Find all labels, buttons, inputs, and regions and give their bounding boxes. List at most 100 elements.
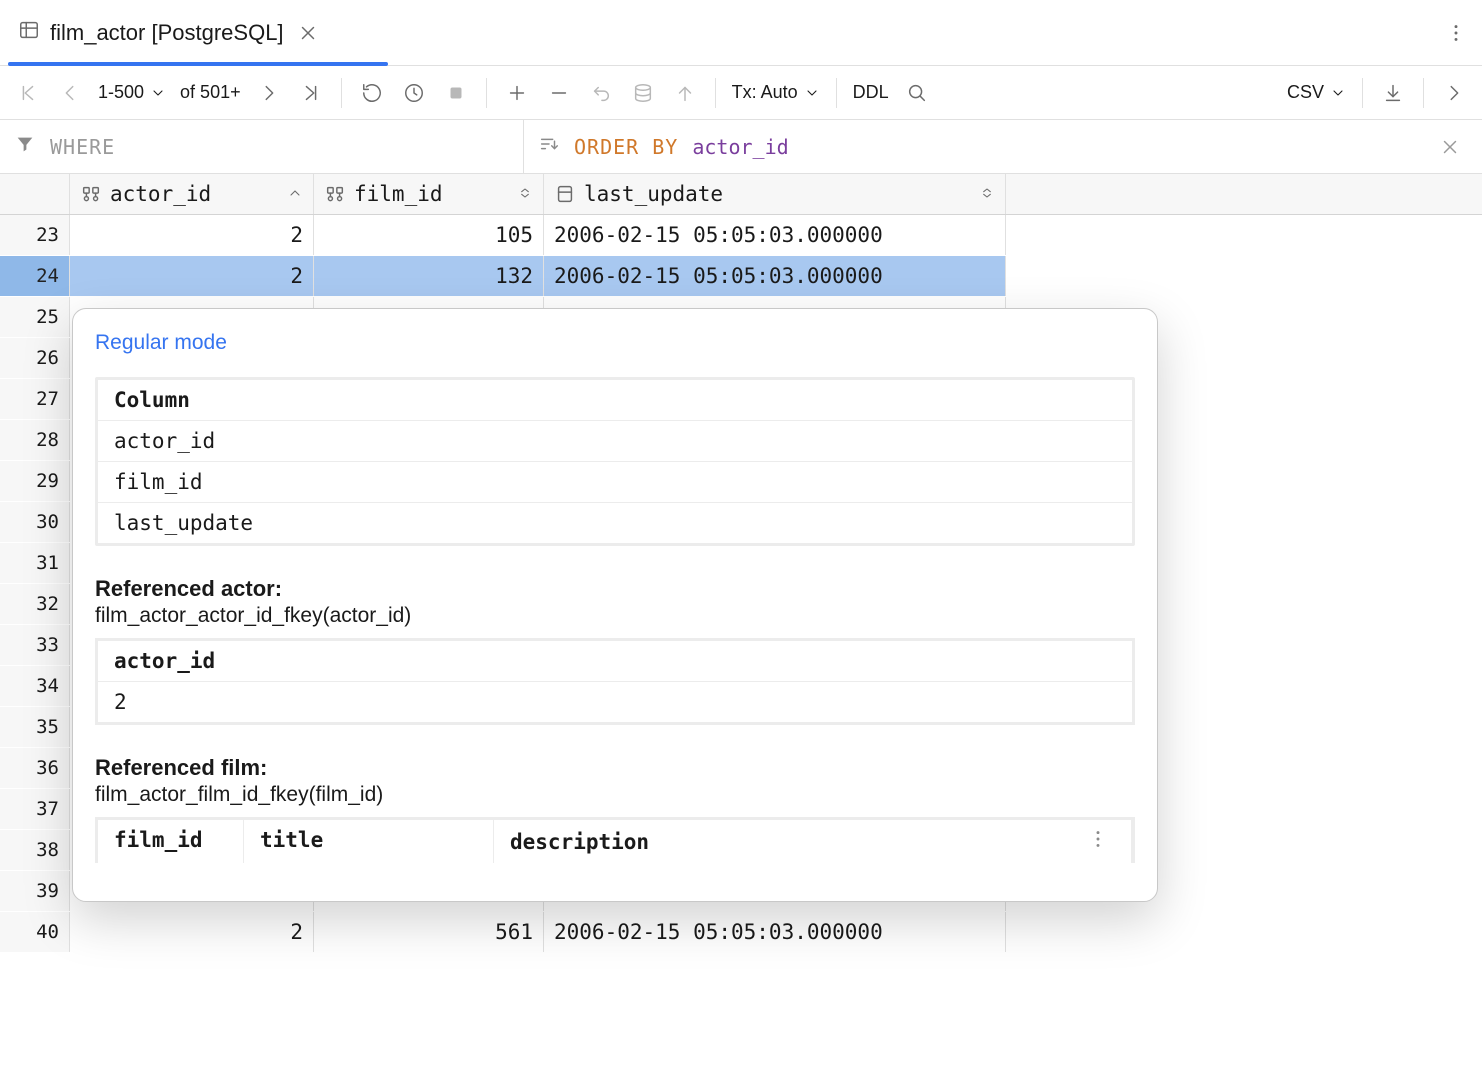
data-toolbar: 1-500 of 501+ Tx: Auto DDL CSV [0, 66, 1482, 120]
chevron-down-icon [804, 85, 820, 101]
cell-actor_id[interactable]: 2 [70, 215, 314, 255]
gutter-header [0, 174, 70, 214]
row-number: 25 [0, 297, 70, 337]
row-number: 40 [0, 912, 70, 952]
cell-film_id[interactable]: 561 [314, 912, 544, 952]
sort-asc-icon [287, 182, 303, 206]
prev-page-button[interactable] [52, 75, 88, 111]
row-number: 38 [0, 830, 70, 870]
columns-table-row: film_id [98, 462, 1132, 503]
filter-icon [14, 133, 36, 160]
ref-film-col-filmid: film_id [98, 820, 244, 863]
chevron-down-icon [1330, 85, 1346, 101]
download-button[interactable] [1375, 75, 1411, 111]
stop-button[interactable] [438, 75, 474, 111]
ddl-button[interactable]: DDL [849, 82, 893, 103]
cell-actor_id[interactable]: 2 [70, 912, 314, 952]
cell-last_update[interactable]: 2006-02-15 05:05:03.000000 [544, 215, 1006, 255]
revert-button[interactable] [583, 75, 619, 111]
orderby-field: actor_id [692, 135, 788, 159]
ref-film-fk: film_actor_film_id_fkey(film_id) [73, 781, 1157, 817]
expand-toolbar-button[interactable] [1436, 75, 1472, 111]
cell-last_update[interactable]: 2006-02-15 05:05:03.000000 [544, 912, 1006, 952]
quick-doc-popup[interactable]: Regular mode Column actor_id film_id las… [72, 308, 1158, 902]
history-button[interactable] [396, 75, 432, 111]
table-row[interactable]: 2421322006-02-15 05:05:03.000000 [0, 256, 1482, 297]
more-icon[interactable] [1087, 828, 1115, 855]
columns-table-row: last_update [98, 503, 1132, 543]
delete-row-button[interactable] [541, 75, 577, 111]
sort-icon [538, 133, 560, 160]
row-number: 23 [0, 215, 70, 255]
column-icon [554, 183, 576, 205]
ref-film-col-desc: description [494, 820, 1132, 863]
page-range-label: 1-500 [98, 82, 144, 103]
tx-mode-dropdown[interactable]: Tx: Auto [728, 82, 824, 103]
ref-film-table-header: film_id title description [95, 817, 1135, 863]
row-number: 32 [0, 584, 70, 624]
editor-tab[interactable]: film_actor [PostgreSQL] [8, 0, 332, 65]
row-number: 24 [0, 256, 70, 296]
columns-table-header: Column [98, 380, 1132, 421]
chevron-down-icon [150, 85, 166, 101]
ref-film-title: Referenced film: [73, 725, 1157, 781]
cell-actor_id[interactable]: 2 [70, 256, 314, 296]
column-name: actor_id [110, 182, 211, 206]
key-icon [80, 183, 102, 205]
row-number: 30 [0, 502, 70, 542]
column-header-film-id[interactable]: film_id [314, 174, 544, 214]
columns-table-row: actor_id [98, 421, 1132, 462]
row-number: 36 [0, 748, 70, 788]
row-number: 35 [0, 707, 70, 747]
close-tab-button[interactable] [294, 19, 322, 47]
preview-pending-button[interactable] [625, 75, 661, 111]
next-page-button[interactable] [251, 75, 287, 111]
reload-button[interactable] [354, 75, 390, 111]
export-format-dropdown[interactable]: CSV [1283, 82, 1350, 103]
sort-none-icon [979, 182, 995, 206]
row-number: 29 [0, 461, 70, 501]
ref-actor-col: actor_id [98, 641, 1132, 682]
where-label: WHERE [50, 135, 115, 159]
clear-sort-button[interactable] [1432, 129, 1468, 165]
ref-actor-title: Referenced actor: [73, 546, 1157, 602]
table-row[interactable]: 2321052006-02-15 05:05:03.000000 [0, 215, 1482, 256]
last-page-button[interactable] [293, 75, 329, 111]
tx-mode-label: Tx: Auto [732, 82, 798, 103]
ref-film-col-title: title [244, 820, 494, 863]
column-header-last-update[interactable]: last_update [544, 174, 1006, 214]
where-filter[interactable]: WHERE [0, 120, 524, 173]
cell-last_update[interactable]: 2006-02-15 05:05:03.000000 [544, 256, 1006, 296]
row-number: 26 [0, 338, 70, 378]
regular-mode-link[interactable]: Regular mode [73, 331, 1157, 355]
cell-film_id[interactable]: 105 [314, 215, 544, 255]
first-page-button[interactable] [10, 75, 46, 111]
row-number: 37 [0, 789, 70, 829]
active-tab-indicator [8, 62, 388, 66]
ref-actor-val: 2 [98, 682, 1132, 722]
row-number: 28 [0, 420, 70, 460]
grid-header-row: actor_id film_id last_update [0, 174, 1482, 215]
column-header-actor-id[interactable]: actor_id [70, 174, 314, 214]
column-name: last_update [584, 182, 723, 206]
table-row[interactable]: 4025612006-02-15 05:05:03.000000 [0, 912, 1482, 953]
columns-table: Column actor_id film_id last_update [95, 377, 1135, 546]
row-number: 33 [0, 625, 70, 665]
table-icon [18, 19, 40, 46]
page-range-dropdown[interactable]: 1-500 [94, 82, 170, 103]
page-total-label: of 501+ [176, 82, 245, 103]
column-name: film_id [354, 182, 443, 206]
cell-film_id[interactable]: 132 [314, 256, 544, 296]
add-row-button[interactable] [499, 75, 535, 111]
row-number: 27 [0, 379, 70, 419]
row-number: 34 [0, 666, 70, 706]
submit-button[interactable] [667, 75, 703, 111]
order-by-filter[interactable]: ORDER BY actor_id [538, 133, 789, 160]
more-actions-button[interactable] [1438, 15, 1474, 51]
tab-title: film_actor [PostgreSQL] [50, 20, 284, 46]
export-format-label: CSV [1287, 82, 1324, 103]
editor-tabbar: film_actor [PostgreSQL] [0, 0, 1482, 66]
ref-actor-fk: film_actor_actor_id_fkey(actor_id) [73, 602, 1157, 638]
search-button[interactable] [899, 75, 935, 111]
orderby-label: ORDER BY [574, 135, 678, 159]
